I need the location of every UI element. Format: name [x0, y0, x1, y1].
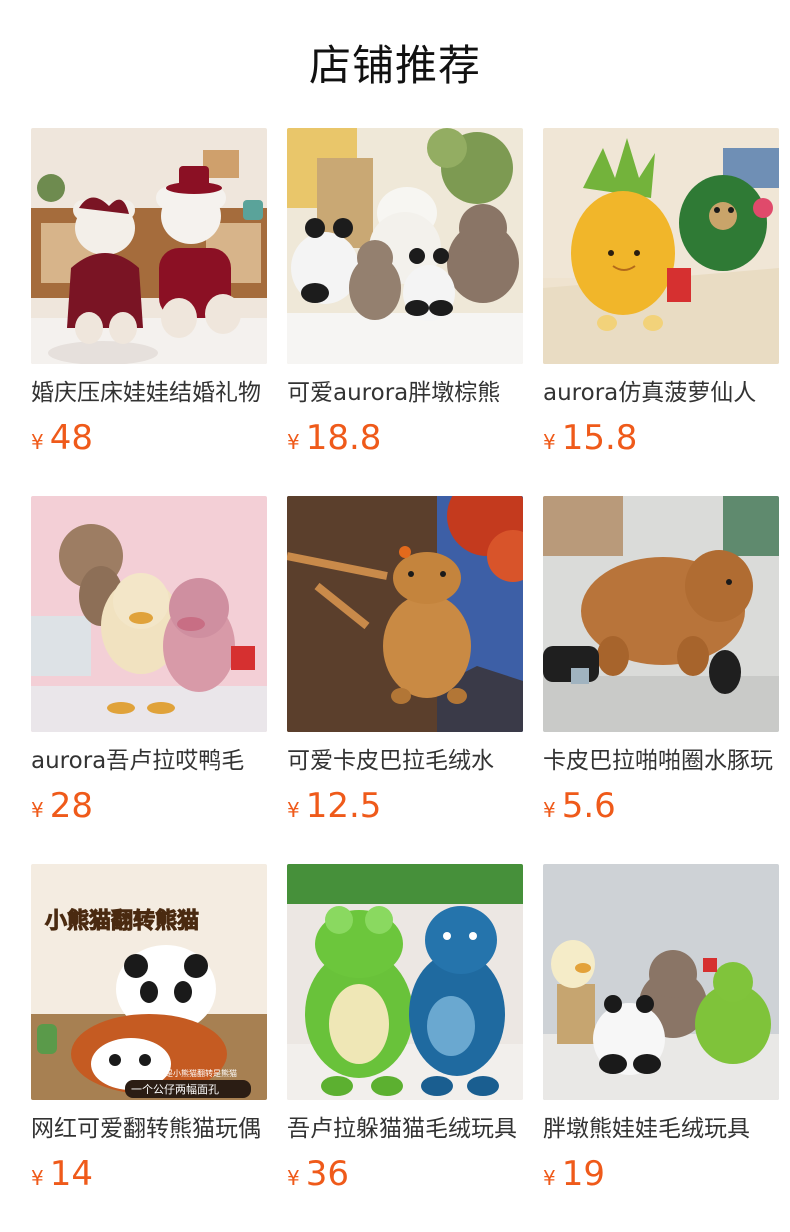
price-value: 28 [49, 786, 93, 826]
product-price: ¥ 15.8 [543, 418, 779, 458]
promo-banner-text: 小熊猫翻转熊猫 [45, 908, 199, 934]
product-card[interactable]: 胖墩熊娃娃毛绒玩具 ¥ 19 [543, 864, 779, 1199]
product-title: 可爱卡皮巴拉毛绒水 [287, 748, 494, 774]
product-title: aurora仿真菠萝仙人 [543, 380, 757, 406]
product-title: 婚庆压床娃娃结婚礼物 [31, 380, 261, 406]
product-card[interactable]: 吾卢拉躲猫猫毛绒玩具 ¥ 36 [287, 864, 523, 1199]
promo-caption-bottom: 一个公仔两幅面孔 [131, 1083, 219, 1096]
product-title: 卡皮巴拉啪啪圈水豚玩 [543, 748, 773, 774]
price-value: 19 [561, 1154, 605, 1194]
page-header: 店铺推荐 [0, 0, 790, 128]
currency-symbol: ¥ [543, 430, 556, 454]
currency-symbol: ¥ [31, 430, 44, 454]
price-value: 18.8 [305, 418, 382, 458]
reversible-panda-photo: 小熊猫翻转熊猫 一面是小熊猫翻转是熊猫 一个公仔两幅面孔 [31, 864, 267, 1100]
price-value: 12.5 [305, 786, 382, 826]
price-value: 14 [49, 1154, 93, 1194]
price-value: 5.6 [561, 786, 616, 826]
product-price: ¥ 14 [31, 1154, 267, 1194]
product-image[interactable] [287, 496, 523, 732]
product-price: ¥ 19 [543, 1154, 779, 1194]
product-card[interactable]: 小熊猫翻转熊猫 一面是小熊猫翻转是熊猫 一个公仔两幅面孔 网红可爱翻转熊猫玩偶 … [31, 864, 267, 1199]
product-grid: 婚庆压床娃娃结婚礼物 ¥ 48 可爱aurora胖墩棕熊 ¥ 18.8 auro… [31, 128, 779, 1199]
price-value: 48 [49, 418, 93, 458]
product-image[interactable] [543, 864, 779, 1100]
currency-symbol: ¥ [287, 430, 300, 454]
currency-symbol: ¥ [543, 1166, 556, 1190]
product-title: 网红可爱翻转熊猫玩偶 [31, 1116, 261, 1142]
pineapple-plush-photo [543, 128, 779, 364]
currency-symbol: ¥ [287, 798, 300, 822]
fluffy-birds-photo [31, 496, 267, 732]
product-title: 可爱aurora胖墩棕熊 [287, 380, 501, 406]
product-image[interactable] [31, 128, 267, 364]
capybara-slap-band-photo [543, 496, 779, 732]
panda-bear-plush-photo [287, 128, 523, 364]
promo-caption-top: 一面是小熊猫翻转是熊猫 [149, 1068, 237, 1078]
product-image[interactable]: 小熊猫翻转熊猫 一面是小熊猫翻转是熊猫 一个公仔两幅面孔 [31, 864, 267, 1100]
product-title: 胖墩熊娃娃毛绒玩具 [543, 1116, 750, 1142]
product-price: ¥ 5.6 [543, 786, 779, 826]
product-price: ¥ 18.8 [287, 418, 523, 458]
product-card[interactable]: aurora吾卢拉哎鸭毛 ¥ 28 [31, 496, 267, 831]
product-image[interactable] [287, 128, 523, 364]
price-value: 36 [305, 1154, 349, 1194]
price-value: 15.8 [561, 418, 638, 458]
page-title: 店铺推荐 [308, 40, 481, 90]
product-price: ¥ 28 [31, 786, 267, 826]
product-price: ¥ 36 [287, 1154, 523, 1194]
currency-symbol: ¥ [543, 798, 556, 822]
product-title: aurora吾卢拉哎鸭毛 [31, 748, 245, 774]
currency-symbol: ¥ [287, 1166, 300, 1190]
currency-symbol: ¥ [31, 1166, 44, 1190]
capybara-bag-photo [287, 496, 523, 732]
product-image[interactable] [287, 864, 523, 1100]
product-card[interactable]: 婚庆压床娃娃结婚礼物 ¥ 48 [31, 128, 267, 463]
chubby-animals-photo [543, 864, 779, 1100]
currency-symbol: ¥ [31, 798, 44, 822]
frog-dino-plush-photo [287, 864, 523, 1100]
product-card[interactable]: 可爱aurora胖墩棕熊 ¥ 18.8 [287, 128, 523, 463]
product-price: ¥ 12.5 [287, 786, 523, 826]
product-card[interactable]: 卡皮巴拉啪啪圈水豚玩 ¥ 5.6 [543, 496, 779, 831]
product-card[interactable]: aurora仿真菠萝仙人 ¥ 15.8 [543, 128, 779, 463]
product-image[interactable] [543, 496, 779, 732]
wedding-bears-photo [31, 128, 267, 364]
product-card[interactable]: 可爱卡皮巴拉毛绒水 ¥ 12.5 [287, 496, 523, 831]
product-image[interactable] [543, 128, 779, 364]
product-price: ¥ 48 [31, 418, 267, 458]
product-title: 吾卢拉躲猫猫毛绒玩具 [287, 1116, 517, 1142]
product-image[interactable] [31, 496, 267, 732]
